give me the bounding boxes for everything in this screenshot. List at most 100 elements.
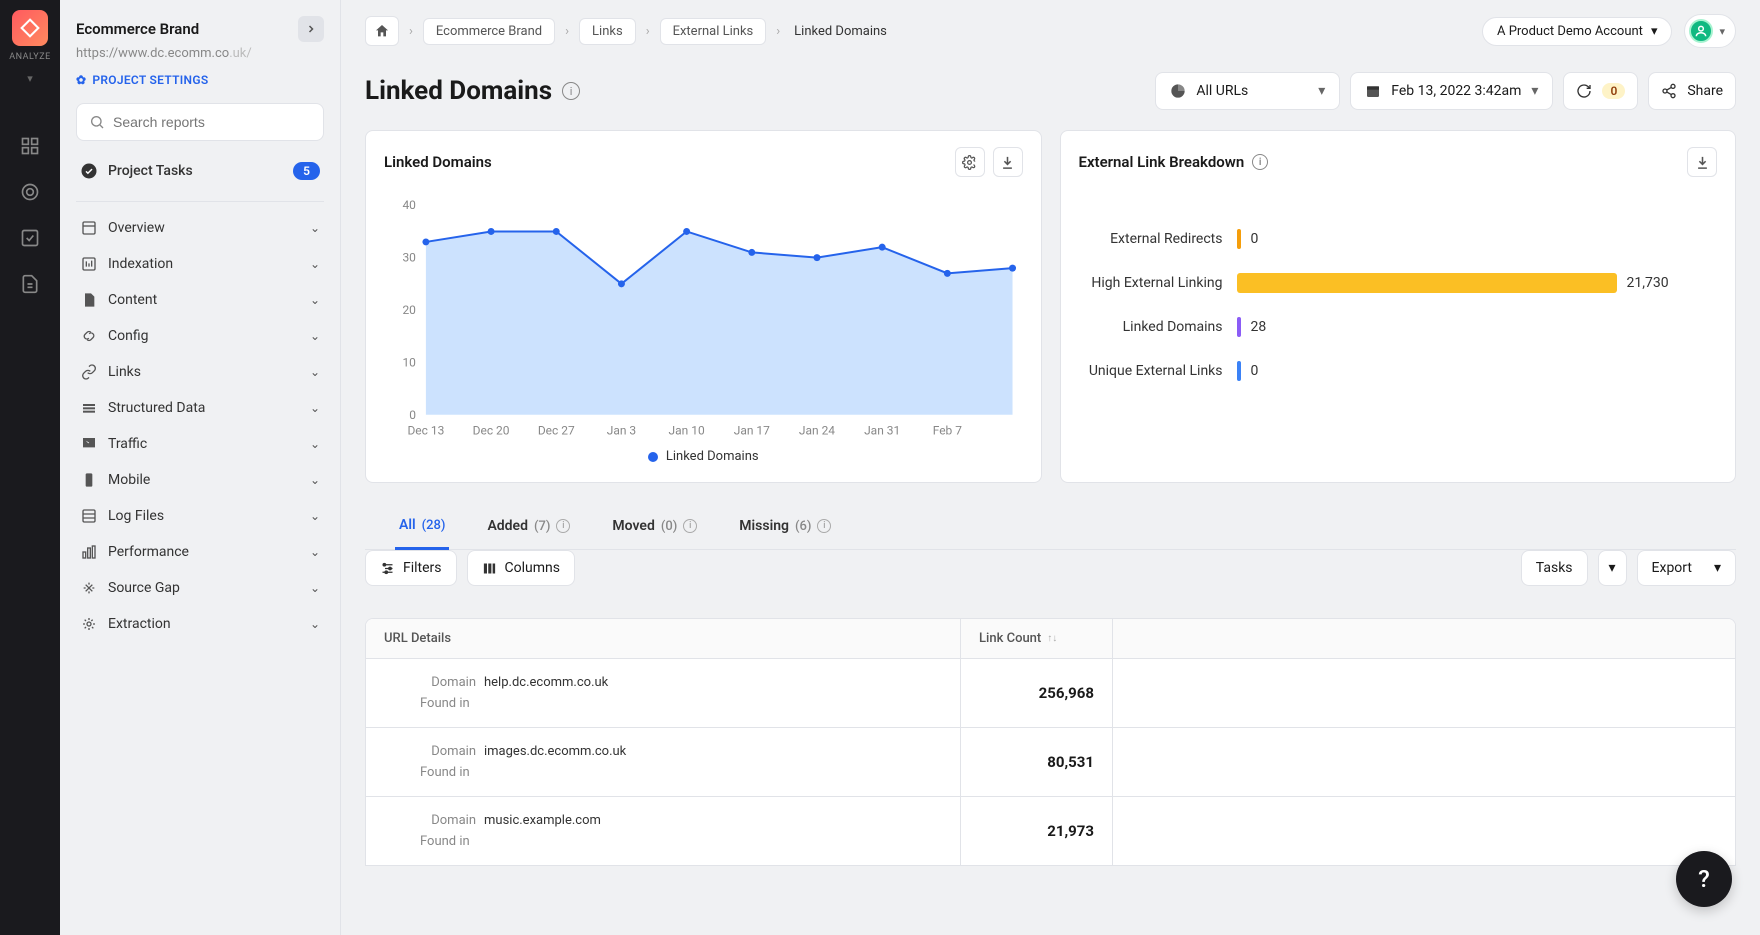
breadcrumb-home[interactable] [365, 16, 399, 46]
chevron-down-icon: ⌄ [310, 401, 320, 415]
export-dropdown[interactable]: Export ▾ [1637, 550, 1736, 586]
refresh-button[interactable]: 0 [1563, 72, 1638, 110]
download-icon [1000, 155, 1015, 170]
pie-icon [1170, 83, 1186, 99]
linked-domains-chart: 010203040Dec 13Dec 20Dec 27Jan 3Jan 10Ja… [384, 195, 1023, 445]
nav-icon [80, 291, 98, 309]
grid-icon[interactable] [19, 135, 41, 157]
sidebar-item-links[interactable]: Links⌄ [76, 354, 324, 390]
project-settings-link[interactable]: ✿ PROJECT SETTINGS [76, 73, 324, 87]
chevron-down-icon: ⌄ [310, 365, 320, 379]
breadcrumb-item[interactable]: Ecommerce Brand [423, 18, 555, 45]
share-button[interactable]: Share [1648, 72, 1736, 110]
tasks-dropdown-caret[interactable]: ▾ [1598, 550, 1627, 586]
info-icon[interactable]: i [562, 82, 580, 100]
card-title: External Link Breakdown [1079, 153, 1245, 171]
search-input[interactable] [113, 114, 311, 130]
check-square-icon[interactable] [19, 227, 41, 249]
sidebar-item-config[interactable]: Config⌄ [76, 318, 324, 354]
user-menu[interactable]: ▾ [1684, 14, 1736, 48]
refresh-badge: 0 [1602, 83, 1625, 99]
filters-button[interactable]: Filters [365, 550, 457, 586]
columns-button[interactable]: Columns [467, 550, 575, 586]
nav-icon [80, 543, 98, 561]
th-count[interactable]: Link Count ↑↓ [961, 619, 1113, 658]
search-input-wrap[interactable] [76, 103, 324, 141]
sliders-icon [380, 561, 395, 576]
svg-text:30: 30 [402, 251, 416, 265]
calendar-icon [1365, 83, 1381, 99]
refresh-icon [1576, 83, 1592, 99]
download-button[interactable] [1687, 147, 1717, 177]
tab-moved[interactable]: Moved (0) i [608, 503, 701, 549]
chevron-down-icon: ⌄ [310, 509, 320, 523]
chart-settings-button[interactable] [955, 147, 985, 177]
svg-text:0: 0 [409, 408, 416, 422]
sidebar-item-content[interactable]: Content⌄ [76, 282, 324, 318]
columns-icon [482, 561, 497, 576]
breakdown-row[interactable]: Linked Domains28 [1085, 317, 1712, 337]
download-icon [1695, 155, 1710, 170]
sidebar-item-log-files[interactable]: Log Files⌄ [76, 498, 324, 534]
tabs: All (28) Added (7) i Moved (0) i Missing (… [365, 503, 1736, 550]
breadcrumb-item[interactable]: Links [579, 18, 636, 45]
info-icon: i [683, 519, 697, 533]
chevron-down-icon: ⌄ [310, 617, 320, 631]
sidebar-project-tasks[interactable]: Project Tasks 5 [76, 153, 324, 189]
sidebar-item-traffic[interactable]: Traffic⌄ [76, 426, 324, 462]
account-switcher[interactable]: A Product Demo Account ▾ [1482, 17, 1672, 46]
svg-text:Jan 17: Jan 17 [734, 424, 770, 438]
url-filter-dropdown[interactable]: All URLs ▾ [1155, 72, 1340, 110]
sidebar-item-structured-data[interactable]: Structured Data⌄ [76, 390, 324, 426]
chevron-down-icon: ▾ [1651, 24, 1658, 39]
chevron-down-icon: ⌄ [310, 293, 320, 307]
linked-domains-chart-card: Linked Domains 010203040Dec 13Dec 20Dec … [365, 130, 1042, 483]
main: › Ecommerce Brand › Links › External Lin… [341, 0, 1760, 935]
legend-label: Linked Domains [666, 449, 759, 464]
chevron-down-icon: ⌄ [310, 329, 320, 343]
sidebar-item-extraction[interactable]: Extraction⌄ [76, 606, 324, 642]
svg-text:Jan 3: Jan 3 [607, 424, 636, 438]
table-row[interactable]: Domainhelp.dc.ecomm.co.uk Found in 256,9… [366, 659, 1735, 728]
chevron-down-icon: ▾ [1609, 560, 1616, 576]
page-title: Linked Domains [365, 76, 552, 106]
info-icon[interactable]: i [1252, 154, 1268, 170]
tab-added[interactable]: Added (7) i [483, 503, 574, 549]
sidebar-item-source-gap[interactable]: Source Gap⌄ [76, 570, 324, 606]
tab-missing[interactable]: Missing (6) i [735, 503, 835, 549]
info-icon: i [556, 519, 570, 533]
chevron-down-icon[interactable]: ▾ [27, 72, 33, 85]
breakdown-row[interactable]: External Redirects0 [1085, 229, 1712, 249]
results-table: URL Details Link Count ↑↓ Domainhelp.dc.… [365, 618, 1736, 866]
svg-text:Dec 27: Dec 27 [538, 424, 575, 438]
table-row[interactable]: Domainmusic.example.com Found in 21,973 [366, 797, 1735, 866]
svg-text:Jan 10: Jan 10 [669, 424, 705, 438]
sidebar-item-indexation[interactable]: Indexation⌄ [76, 246, 324, 282]
tab-all[interactable]: All (28) [395, 503, 449, 550]
sidebar-item-overview[interactable]: Overview⌄ [76, 210, 324, 246]
chevron-down-icon: ⌄ [310, 221, 320, 235]
svg-text:10: 10 [402, 355, 416, 369]
brand-switcher[interactable] [298, 16, 324, 42]
sidebar-item-performance[interactable]: Performance⌄ [76, 534, 324, 570]
sidebar-item-mobile[interactable]: Mobile⌄ [76, 462, 324, 498]
breadcrumb-current: Linked Domains [790, 19, 891, 44]
tasks-dropdown[interactable]: Tasks [1521, 550, 1588, 586]
table-row[interactable]: Domainimages.dc.ecomm.co.uk Found in 80,… [366, 728, 1735, 797]
help-button[interactable]: ? [1676, 851, 1732, 907]
rail-label: ANALYZE [9, 52, 50, 62]
document-icon[interactable] [19, 273, 41, 295]
external-link-breakdown-card: External Link Breakdown i External Redir… [1060, 130, 1737, 483]
legend-dot [648, 452, 658, 462]
chevron-down-icon: ▾ [1719, 25, 1725, 38]
card-title: Linked Domains [384, 153, 492, 171]
breadcrumb-item[interactable]: External Links [660, 18, 767, 45]
app-logo[interactable] [12, 10, 48, 46]
download-button[interactable] [993, 147, 1023, 177]
th-url[interactable]: URL Details [366, 619, 961, 658]
target-icon[interactable] [19, 181, 41, 203]
svg-text:Dec 20: Dec 20 [473, 424, 510, 438]
breakdown-row[interactable]: High External Linking21,730 [1085, 273, 1712, 293]
breakdown-row[interactable]: Unique External Links0 [1085, 361, 1712, 381]
date-picker[interactable]: Feb 13, 2022 3:42am ▾ [1350, 72, 1553, 110]
